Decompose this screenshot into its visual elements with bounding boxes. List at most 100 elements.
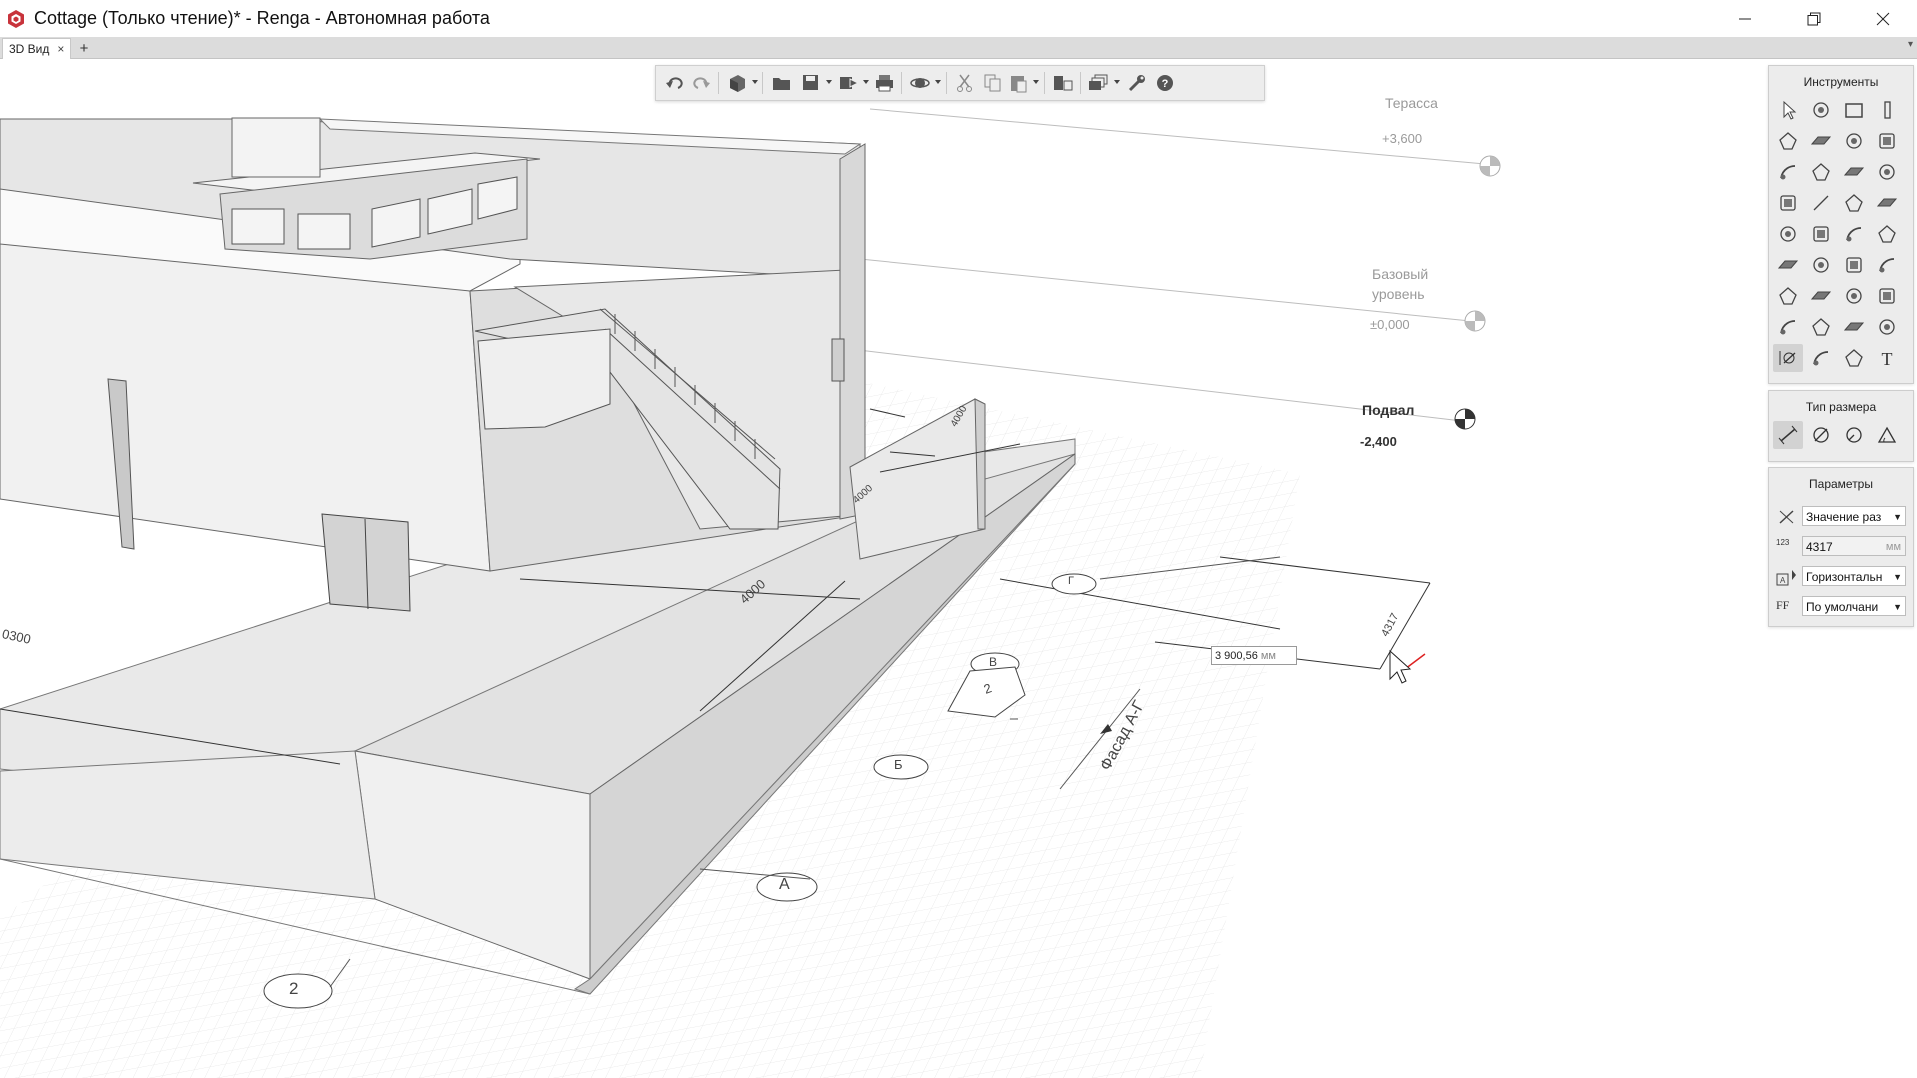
tab-list-chevron-icon[interactable]: ▾ bbox=[1908, 39, 1913, 50]
leader-tool-button[interactable] bbox=[1806, 344, 1836, 372]
hatch-tool-button[interactable] bbox=[1839, 344, 1869, 372]
copy-icon[interactable] bbox=[982, 73, 1004, 93]
chevron-down-icon[interactable] bbox=[826, 80, 832, 84]
stair-tool-button[interactable] bbox=[1773, 158, 1803, 186]
dimension-value-input[interactable]: 3 900,56 мм bbox=[1211, 646, 1297, 665]
ramp-tool-button[interactable] bbox=[1806, 158, 1836, 186]
duct-tool-button[interactable] bbox=[1839, 220, 1869, 248]
print-icon[interactable] bbox=[874, 73, 896, 93]
add-tab-button[interactable]: + bbox=[75, 38, 93, 58]
help-icon[interactable]: ? bbox=[1154, 73, 1176, 93]
font-select[interactable]: По умолчани ▼ bbox=[1802, 596, 1906, 616]
plumbing-tool-button[interactable] bbox=[1773, 220, 1803, 248]
valve-tool-button[interactable] bbox=[1839, 251, 1869, 279]
undo-icon[interactable] bbox=[664, 73, 686, 93]
pump-tool-button[interactable] bbox=[1773, 251, 1803, 279]
beam-tool-button[interactable] bbox=[1872, 127, 1902, 155]
panel-tool-button[interactable] bbox=[1773, 313, 1803, 341]
dim-value-icon bbox=[1779, 510, 1794, 524]
dimension-tool-button[interactable] bbox=[1773, 344, 1803, 372]
room-tool-button[interactable] bbox=[1839, 189, 1869, 217]
view-cube-icon[interactable] bbox=[726, 73, 748, 93]
param-font: FF По умолчани ▼ bbox=[1776, 596, 1908, 618]
column-icon bbox=[1884, 101, 1891, 119]
chevron-down-icon[interactable] bbox=[935, 80, 941, 84]
chevron-down-icon[interactable] bbox=[1033, 80, 1039, 84]
open-folder-icon[interactable] bbox=[771, 73, 793, 93]
stair-icon bbox=[1780, 165, 1796, 180]
slab-tool-button[interactable] bbox=[1773, 127, 1803, 155]
cable-tool-button[interactable] bbox=[1773, 282, 1803, 310]
diameter-dim-button[interactable] bbox=[1806, 421, 1836, 449]
socket-tool-button[interactable] bbox=[1872, 282, 1902, 310]
chevron-down-icon: ▼ bbox=[1891, 507, 1902, 525]
grid-axis-label: Б bbox=[894, 757, 903, 772]
font-icon: FF bbox=[1776, 598, 1790, 612]
dim-value-select[interactable]: Значение раз ▼ bbox=[1802, 506, 1906, 526]
minimize-button[interactable] bbox=[1710, 0, 1779, 37]
room-icon bbox=[1845, 194, 1863, 212]
linear-dim-button[interactable] bbox=[1773, 421, 1803, 449]
floor-tool-button[interactable] bbox=[1806, 127, 1836, 155]
railing-tool-button[interactable] bbox=[1773, 189, 1803, 217]
text-tool-button[interactable]: T bbox=[1872, 344, 1902, 372]
lamp-icon bbox=[1810, 291, 1832, 300]
dim-value-text: Значение раз bbox=[1806, 510, 1882, 524]
3d-viewport[interactable]: Терасса +3,600 Базовый уровень ±0,000 По… bbox=[0, 59, 1917, 1078]
chevron-down-icon[interactable] bbox=[1114, 80, 1120, 84]
elbow-tool-button[interactable] bbox=[1872, 251, 1902, 279]
window-tool-button[interactable] bbox=[1872, 158, 1902, 186]
paste-icon[interactable] bbox=[1008, 73, 1030, 93]
save-icon[interactable] bbox=[800, 73, 822, 93]
close-button[interactable] bbox=[1848, 0, 1917, 37]
grid-axis-label: Г bbox=[1068, 575, 1074, 587]
tab-3d-view[interactable]: 3D Вид × bbox=[2, 38, 72, 59]
export-icon[interactable] bbox=[838, 73, 860, 93]
layers-icon[interactable] bbox=[1088, 73, 1110, 93]
redo-icon[interactable] bbox=[690, 73, 712, 93]
chevron-down-icon: ▼ bbox=[1891, 567, 1902, 585]
pipe-icon bbox=[1876, 198, 1898, 207]
column-tool-button[interactable] bbox=[1872, 96, 1902, 124]
param-number: 123 4317 мм bbox=[1776, 536, 1908, 558]
dimension-value: 3 900,56 bbox=[1215, 650, 1258, 662]
angle-dim-button[interactable] bbox=[1872, 421, 1902, 449]
radius-dim-button[interactable] bbox=[1839, 421, 1869, 449]
orbit-icon[interactable] bbox=[909, 73, 931, 93]
level-tool-button[interactable] bbox=[1839, 313, 1869, 341]
wall-tool-button[interactable] bbox=[1839, 96, 1869, 124]
level-name-terrace: Терасса bbox=[1385, 95, 1438, 111]
line-icon bbox=[1813, 195, 1829, 211]
assembly-tool-button[interactable] bbox=[1806, 96, 1836, 124]
orientation-select[interactable]: Горизонтальн ▼ bbox=[1802, 566, 1906, 586]
parameters-panel: Параметры Значение раз ▼ 123 4317 мм A Гор… bbox=[1768, 467, 1914, 627]
chevron-down-icon[interactable] bbox=[863, 80, 869, 84]
renga-logo-icon bbox=[8, 9, 24, 28]
minimize-icon bbox=[1738, 18, 1751, 19]
level-value-base: ±0,000 bbox=[1370, 317, 1410, 332]
visibility-icon[interactable] bbox=[1052, 73, 1074, 93]
settings-wrench-icon[interactable] bbox=[1126, 73, 1148, 93]
dim-number-input[interactable]: 4317 мм bbox=[1802, 536, 1906, 556]
roof-tool-button[interactable] bbox=[1839, 127, 1869, 155]
label-tool-button[interactable] bbox=[1872, 313, 1902, 341]
level-name-basement: Подвал bbox=[1362, 402, 1415, 418]
lamp-tool-button[interactable] bbox=[1806, 282, 1836, 310]
text-icon: T bbox=[1882, 349, 1893, 368]
select-tool-button[interactable] bbox=[1773, 96, 1803, 124]
text-orientation-icon: A bbox=[1776, 570, 1796, 586]
restore-button[interactable] bbox=[1779, 0, 1848, 37]
line-tool-button[interactable] bbox=[1806, 189, 1836, 217]
door-tool-button[interactable] bbox=[1839, 158, 1869, 186]
pipe-tool-button[interactable] bbox=[1872, 189, 1902, 217]
orientation-text: Горизонтальн bbox=[1806, 570, 1883, 584]
shape-tool-button[interactable] bbox=[1806, 313, 1836, 341]
level-value-terrace: +3,600 bbox=[1382, 131, 1423, 146]
equipment-tool-button[interactable] bbox=[1806, 220, 1836, 248]
chevron-down-icon[interactable] bbox=[752, 80, 758, 84]
fitting-tool-button[interactable] bbox=[1872, 220, 1902, 248]
cut-icon[interactable] bbox=[954, 73, 976, 93]
tab-close-icon[interactable]: × bbox=[57, 42, 64, 56]
switch-tool-button[interactable] bbox=[1839, 282, 1869, 310]
tank-tool-button[interactable] bbox=[1806, 251, 1836, 279]
